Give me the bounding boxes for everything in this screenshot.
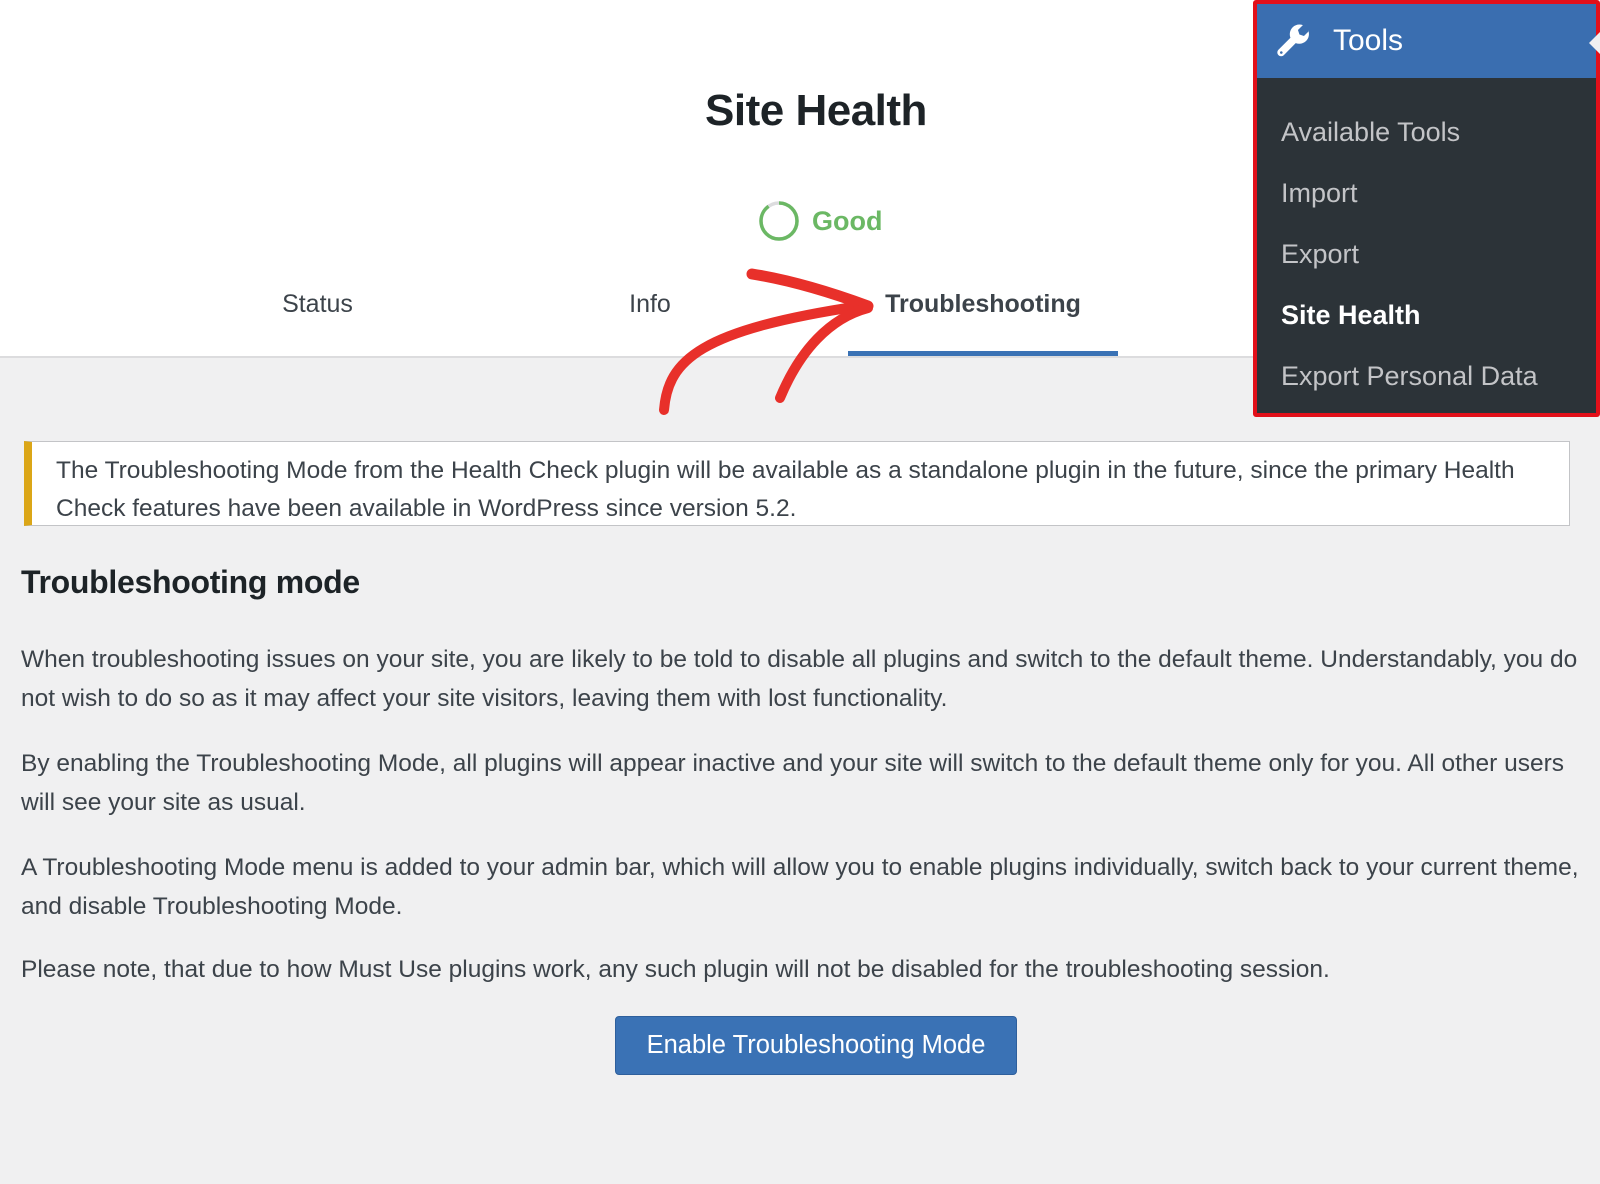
submenu-list: Available Tools Import Export Site Healt… — [1257, 78, 1596, 407]
admin-menu-tools-submenu: Tools Available Tools Import Export Site… — [1253, 0, 1600, 417]
deprecation-notice: The Troubleshooting Mode from the Health… — [24, 441, 1570, 526]
submenu-item-export-personal-data[interactable]: Export Personal Data — [1257, 346, 1596, 407]
description-paragraph: When troubleshooting issues on your site… — [21, 646, 1578, 712]
menu-current-caret-icon — [1589, 32, 1600, 54]
submenu-item-import[interactable]: Import — [1257, 163, 1596, 224]
submenu-item-site-health[interactable]: Site Health — [1257, 285, 1596, 346]
tab-troubleshooting[interactable]: Troubleshooting — [848, 290, 1118, 356]
section-title: Troubleshooting mode — [21, 564, 360, 600]
description-paragraph: By enabling the Troubleshooting Mode, al… — [21, 750, 1564, 816]
menu-parent-label: Tools — [1333, 24, 1404, 57]
wrench-icon — [1277, 24, 1309, 57]
submenu-item-export[interactable]: Export — [1257, 224, 1596, 285]
enable-troubleshooting-button[interactable]: Enable Troubleshooting Mode — [615, 1016, 1017, 1075]
description-paragraph: Please note, that due to how Must Use pl… — [21, 956, 1330, 983]
submenu-item-available-tools[interactable]: Available Tools — [1257, 102, 1596, 163]
tab-status[interactable]: Status — [240, 290, 395, 356]
tab-info[interactable]: Info — [600, 290, 700, 356]
notice-text: The Troubleshooting Mode from the Health… — [56, 457, 1515, 522]
menu-item-tools[interactable]: Tools — [1257, 4, 1600, 78]
description-paragraph: A Troubleshooting Mode menu is added to … — [21, 854, 1579, 920]
